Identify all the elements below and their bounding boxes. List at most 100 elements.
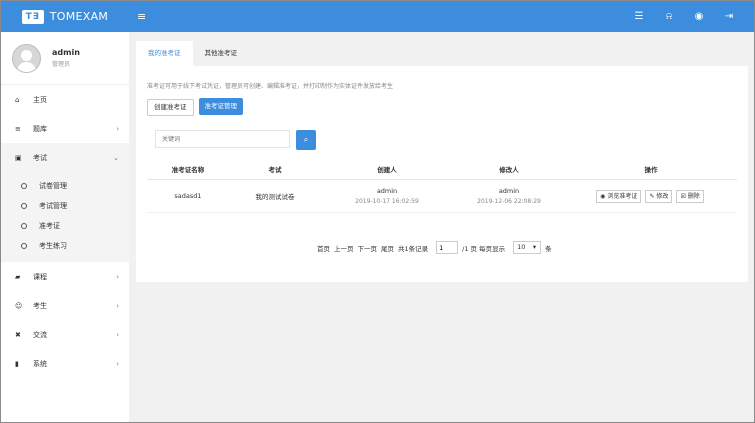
user-panel: admin 管理员: [1, 32, 129, 85]
button-row: 创建准考证 准考证管理: [147, 98, 248, 116]
logout-icon[interactable]: ⇥: [714, 11, 744, 22]
chevron-right-icon: ›: [116, 359, 119, 368]
prev-page-link[interactable]: 上一页: [334, 243, 354, 253]
tab-bar: 我的准考证 其他准考证: [136, 40, 748, 66]
list-icon[interactable]: ☰: [624, 11, 654, 22]
view-ticket-label: 浏览准考证: [607, 192, 638, 200]
calendar-icon: ▣: [15, 153, 22, 162]
description-text: 准考证可用于线下考试凭证，管理员可创建、编辑准考证，并打印制作为实体证件发放给考…: [147, 83, 394, 90]
user-icon[interactable]: ◉: [684, 11, 714, 22]
next-page-link[interactable]: 下一页: [358, 243, 378, 253]
user-role: 管理员: [52, 61, 71, 68]
manage-tickets-button[interactable]: 准考证管理: [198, 98, 243, 115]
page-number-input[interactable]: [436, 241, 459, 254]
modifier-name: admin: [498, 187, 520, 195]
view-ticket-button[interactable]: ◉ 浏览准考证: [596, 189, 642, 203]
submenu-item-paper-management[interactable]: 试卷管理: [1, 176, 129, 196]
main-content: 我的准考证 其他准考证 准考证可用于线下考试凭证，管理员可创建、编辑准考证，并打…: [129, 32, 754, 422]
table-row: sadasd1 我的测试试卷 admin 2019-10-17 16:02:59…: [147, 179, 737, 213]
sidebar-item-home[interactable]: ⌂ 主页: [1, 85, 129, 114]
brand[interactable]: T∃ TOMEXAM: [1, 1, 129, 32]
sidebar-item-examinee[interactable]: ☺ 考生 ›: [1, 291, 129, 320]
column-header-name: 准考证名称: [147, 158, 229, 180]
caret-down-icon: ▾: [532, 243, 537, 251]
delete-icon: ☒: [680, 192, 686, 200]
sidebar-item-communication[interactable]: ✖ 交流 ›: [1, 320, 129, 349]
home-icon: ⌂: [15, 95, 20, 104]
person-icon: ☺: [15, 301, 23, 310]
cell-creator: admin 2019-10-17 16:02:59: [321, 179, 453, 213]
submenu-item-admission-ticket[interactable]: 准考证: [1, 216, 129, 236]
pagination: 首页 上一页 下一页 尾页 共1条记录 /1 页 每页显示 10 ▾ 条: [317, 241, 556, 254]
cell-ticket-name: sadasd1: [147, 179, 229, 213]
total-records: 共1条记录: [398, 244, 429, 253]
page-size-unit: 条: [545, 244, 552, 253]
sidebar-item-label: 考生: [33, 301, 47, 310]
chevron-right-icon: ›: [116, 301, 119, 310]
system-icon: ▮: [15, 359, 19, 368]
first-page-link[interactable]: 首页: [317, 243, 330, 253]
sidebar-item-label: 系统: [33, 359, 47, 368]
sidebar-item-exam[interactable]: ▣ 考试 ⌄: [1, 143, 129, 172]
cell-modifier: admin 2019-12-06 22:08:29: [453, 179, 565, 213]
sidebar-item-system[interactable]: ▮ 系统 ›: [1, 349, 129, 378]
eye-icon: ◉: [600, 192, 606, 200]
circle-icon: [21, 223, 27, 229]
user-name: admin: [52, 48, 80, 57]
exam-submenu: 试卷管理 考试管理 准考证 考生练习: [1, 172, 129, 262]
database-icon: ≡: [15, 124, 21, 133]
bell-icon[interactable]: ⍾: [654, 11, 684, 22]
chevron-right-icon: ›: [116, 124, 119, 133]
book-icon: ▰: [15, 272, 21, 281]
brand-name: TOMEXAM: [49, 10, 109, 23]
sidebar-item-label: 考试: [33, 153, 47, 162]
sidebar: admin 管理员 ⌂ 主页 ≡ 题库 › ▣ 考试 ⌄ 试卷管理 考试管理 准…: [1, 32, 130, 422]
page-count-label: /1 页 每页显示: [462, 244, 506, 253]
sidebar-item-label: 主页: [33, 95, 47, 104]
submenu-item-exam-management[interactable]: 考试管理: [1, 196, 129, 216]
menu-toggle-icon[interactable]: ≡: [137, 10, 146, 23]
tab-other-tickets[interactable]: 其他准考证: [193, 41, 250, 66]
cell-exam: 我的测试试卷: [229, 179, 321, 213]
circle-icon: [21, 243, 27, 249]
create-ticket-button[interactable]: 创建准考证: [147, 99, 194, 116]
chevron-down-icon: ⌄: [113, 153, 119, 162]
submenu-item-label: 准考证: [39, 222, 60, 230]
circle-icon: [21, 183, 27, 189]
sidebar-item-label: 交流: [33, 330, 47, 339]
tickets-table: 准考证名称 考试 创建人 修改人 操作 sadasd1 我的测试试卷 admin…: [147, 158, 737, 213]
column-header-exam: 考试: [229, 158, 321, 180]
ticket-panel: 我的准考证 其他准考证 准考证可用于线下考试凭证，管理员可创建、编辑准考证，并打…: [136, 40, 748, 282]
sidebar-item-question-bank[interactable]: ≡ 题库 ›: [1, 114, 129, 143]
submenu-item-label: 试卷管理: [39, 182, 67, 190]
cell-actions: ◉ 浏览准考证 ✎ 修改 ☒ 删除: [565, 179, 737, 213]
app-window: T∃ TOMEXAM ≡ ☰ ⍾ ◉ ⇥ admin 管理员 ⌂ 主页 ≡ 题库…: [0, 0, 755, 423]
search-button[interactable]: ⌕: [296, 130, 316, 150]
sidebar-item-label: 课程: [33, 272, 47, 281]
top-icons: ☰ ⍾ ◉ ⇥: [624, 11, 744, 22]
search-icon: ⌕: [303, 135, 309, 144]
top-bar: T∃ TOMEXAM ≡ ☰ ⍾ ◉ ⇥: [1, 1, 754, 32]
creator-name: admin: [376, 187, 398, 195]
tab-my-tickets[interactable]: 我的准考证: [136, 41, 193, 66]
sidebar-item-course[interactable]: ▰ 课程 ›: [1, 262, 129, 291]
delete-button[interactable]: ☒ 删除: [676, 189, 704, 203]
circle-icon: [21, 203, 27, 209]
page-size-value: 10: [517, 243, 526, 251]
wrench-icon: ✎: [649, 192, 655, 200]
table-header-row: 准考证名称 考试 创建人 修改人 操作: [147, 158, 737, 180]
submenu-item-practice[interactable]: 考生练习: [1, 236, 129, 256]
column-header-creator: 创建人: [321, 158, 453, 180]
column-header-actions: 操作: [565, 158, 737, 180]
shuffle-icon: ✖: [15, 330, 21, 339]
last-page-link[interactable]: 尾页: [381, 243, 394, 253]
column-header-modifier: 修改人: [453, 158, 565, 180]
avatar: [12, 43, 41, 73]
logo-icon: T∃: [21, 9, 44, 24]
submenu-item-label: 考生练习: [39, 242, 67, 250]
page-size-select[interactable]: 10 ▾: [513, 241, 542, 254]
search-input[interactable]: [155, 130, 290, 148]
edit-button[interactable]: ✎ 修改: [645, 189, 673, 203]
chevron-right-icon: ›: [116, 330, 119, 339]
created-time: 2019-10-17 16:02:59: [355, 198, 419, 205]
